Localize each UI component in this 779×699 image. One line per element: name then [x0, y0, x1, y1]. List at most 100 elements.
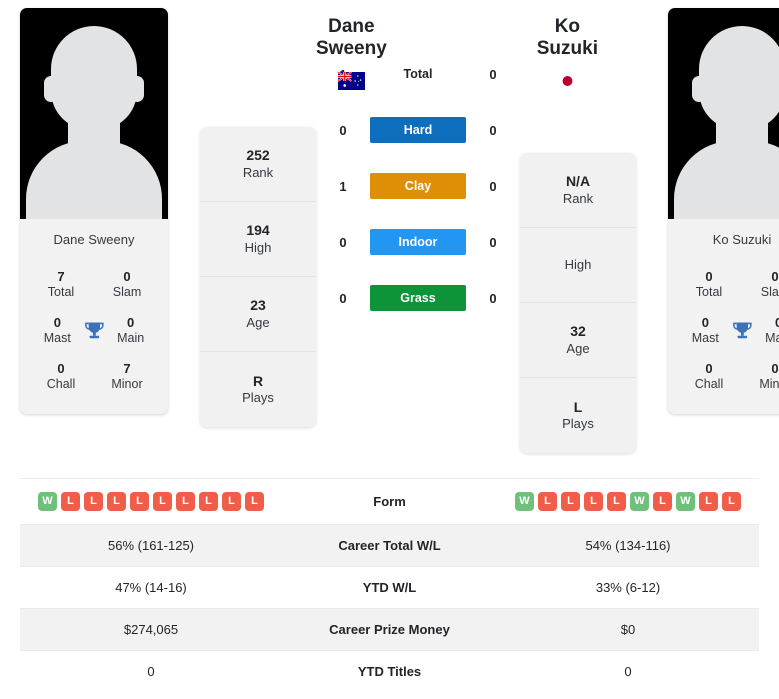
h2h-row-hard: 0 Hard 0: [316, 102, 520, 158]
right-trophy-slam: 0 Slam: [746, 269, 779, 301]
form-badge-loss[interactable]: L: [61, 492, 80, 511]
left-info-age: 23 Age: [200, 277, 316, 352]
comparison-stats-table: W L L L L L L L L L Form W L L L L W L W L L 56% (161-125) Car…: [20, 478, 759, 692]
left-player-card[interactable]: Dane Sweeny 7 Total 0 Slam 0 Mast 0 Main…: [20, 8, 168, 414]
surface-badge-hard[interactable]: Hard: [370, 117, 466, 143]
left-high-label: High: [244, 239, 272, 255]
right-high-label: High: [564, 256, 592, 272]
left-info-plays: R Plays: [200, 352, 316, 427]
trophy-row-total-slam: 0 Total 0 Slam: [674, 262, 779, 308]
left-plays-label: Plays: [242, 390, 274, 406]
trophy-row-total-slam: 7 Total 0 Slam: [26, 262, 162, 308]
left-trophy-minor-label: Minor: [111, 377, 143, 391]
left-trophy-main-value: 0: [127, 314, 135, 330]
right-trophy-slam-value: 0: [771, 269, 779, 284]
surface-badge-grass[interactable]: Grass: [370, 285, 466, 311]
trophy-row-chall-minor: 0 Chall 7 Minor: [26, 354, 162, 400]
right-trophy-chall: 0 Chall: [680, 361, 738, 393]
left-info-high: 194 High: [200, 202, 316, 277]
form-badge-loss[interactable]: L: [699, 492, 718, 511]
left-trophy-main-label: Main: [117, 331, 145, 346]
right-trophy-total-value: 0: [705, 269, 713, 284]
right-info-age: 32 Age: [520, 303, 636, 378]
stat-label: Career Total W/L: [338, 538, 441, 553]
surface-badge-indoor[interactable]: Indoor: [370, 229, 466, 255]
right-info-high: High: [520, 228, 636, 303]
player-comparison-page: Dane Sweeny Ko Suzuki Dane Sweeny 7 Tota…: [0, 0, 779, 699]
h2h-right-score-clay: 0: [489, 178, 497, 194]
comparison-top-area: Dane Sweeny 7 Total 0 Slam 0 Mast 0 Main…: [0, 0, 779, 478]
left-rank-label: Rank: [242, 164, 274, 180]
left-high-value: 194: [246, 222, 270, 239]
h2h-left-score-indoor: 0: [339, 234, 347, 250]
left-stat-value: 56% (161-125): [108, 538, 194, 553]
h2h-right-score-total: 0: [489, 66, 497, 82]
form-badge-win[interactable]: W: [38, 492, 57, 511]
right-age-label: Age: [566, 340, 590, 356]
left-trophy-chall-label: Chall: [46, 377, 76, 391]
h2h-left-score-hard: 0: [339, 122, 347, 138]
right-stat-value: 0: [624, 664, 632, 679]
stat-label: YTD Titles: [357, 664, 422, 679]
right-trophy-minor: 0 Minor: [746, 361, 779, 393]
left-trophy-stats: 7 Total 0 Slam 0 Mast 0 Main 0 Chall 7 M…: [20, 260, 168, 414]
left-trophy-slam-value: 0: [123, 269, 131, 284]
left-trophy-main: 0 Main: [105, 315, 156, 347]
form-badge-loss[interactable]: L: [653, 492, 672, 511]
left-trophy-slam-label: Slam: [112, 285, 142, 300]
surface-badge-clay[interactable]: Clay: [370, 173, 466, 199]
h2h-right-score-grass: 0: [489, 290, 497, 306]
right-form-cell: WLLLLWLWLL: [497, 479, 759, 525]
form-badge-loss[interactable]: L: [153, 492, 172, 511]
form-badge-win[interactable]: W: [515, 492, 534, 511]
right-player-card[interactable]: Ko Suzuki 0 Total 0 Slam 0 Mast: [668, 8, 779, 414]
left-age-label: Age: [246, 314, 270, 330]
form-badge-loss[interactable]: L: [107, 492, 126, 511]
right-trophy-total-label: Total: [695, 285, 723, 300]
form-badge-loss[interactable]: L: [130, 492, 149, 511]
table-row: 47% (14-16) YTD W/L 33% (6-12): [20, 566, 759, 609]
form-badge-loss[interactable]: L: [538, 492, 557, 511]
right-trophy-mast-label: Mast: [691, 331, 719, 346]
h2h-right-score-hard: 0: [489, 122, 497, 138]
form-badge-loss[interactable]: L: [561, 492, 580, 511]
table-row: $274,065 Career Prize Money $0: [20, 608, 759, 651]
right-trophy-chall-value: 0: [705, 360, 713, 376]
left-stat-value: 47% (14-16): [115, 580, 187, 595]
left-trophy-total-label: Total: [47, 285, 75, 300]
head-to-head-column: 1 Total 0 0 Hard 0 1 Clay 0 0 Indoor 0 0 Grass 0: [316, 8, 520, 326]
left-trophy-mast-label: Mast: [43, 331, 71, 346]
stat-label: Form: [373, 494, 406, 509]
left-trophy-mast-value: 0: [53, 314, 61, 330]
right-trophy-minor-value: 0: [771, 360, 779, 376]
left-form-cell: WLLLLLLLLL: [20, 479, 282, 525]
h2h-left-score-grass: 0: [339, 290, 347, 306]
form-badge-loss[interactable]: L: [722, 492, 741, 511]
right-trophy-mast-value: 0: [701, 314, 709, 330]
left-trophy-slam: 0 Slam: [98, 269, 156, 301]
h2h-row-clay: 1 Clay 0: [316, 158, 520, 214]
form-badge-loss[interactable]: L: [84, 492, 103, 511]
form-badge-win[interactable]: W: [630, 492, 649, 511]
right-age-value: 32: [570, 323, 586, 340]
form-badge-win[interactable]: W: [676, 492, 695, 511]
form-badge-loss[interactable]: L: [199, 492, 218, 511]
avatar-ear-left-icon: [692, 76, 706, 102]
avatar-ear-right-icon: [130, 76, 144, 102]
left-stat-value: 0: [147, 664, 155, 679]
form-badge-loss[interactable]: L: [222, 492, 241, 511]
form-badge-loss[interactable]: L: [176, 492, 195, 511]
trophy-row-chall-minor: 0 Chall 0 Minor: [674, 354, 779, 400]
form-badge-loss[interactable]: L: [584, 492, 603, 511]
right-info-plays: L Plays: [520, 378, 636, 453]
h2h-left-score-total: 1: [339, 66, 347, 82]
right-stat-value: $0: [620, 622, 636, 637]
table-row: 0 YTD Titles 0: [20, 650, 759, 693]
form-badge-loss[interactable]: L: [607, 492, 626, 511]
left-player-caption: Dane Sweeny: [20, 219, 168, 260]
trophy-row-mast-main: 0 Mast 0 Main: [26, 308, 162, 354]
right-trophy-minor-label: Minor: [759, 377, 779, 391]
right-trophy-slam-label: Slam: [760, 285, 779, 300]
right-plays-value: L: [573, 398, 583, 415]
form-badge-loss[interactable]: L: [245, 492, 264, 511]
